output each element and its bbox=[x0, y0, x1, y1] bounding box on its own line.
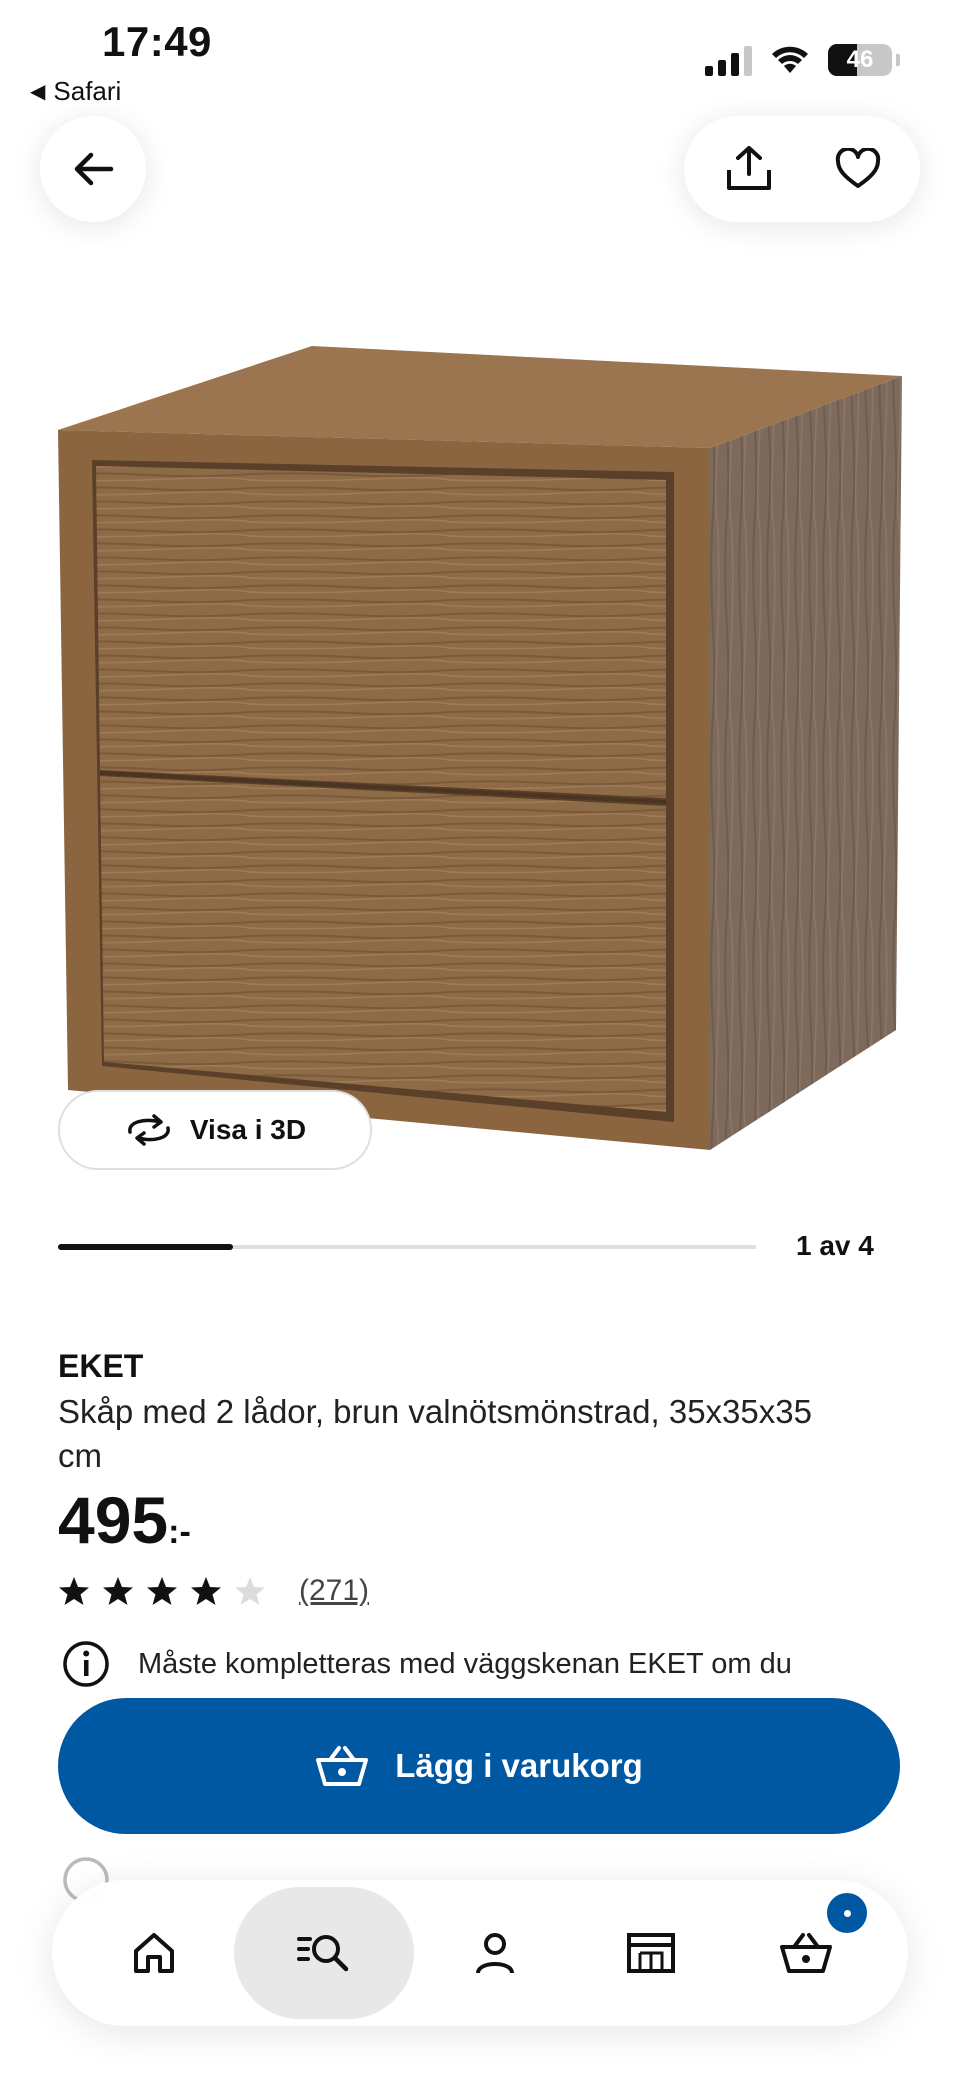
star-filled-icon bbox=[147, 1577, 177, 1605]
nav-search[interactable] bbox=[234, 1887, 415, 2019]
wifi-icon bbox=[772, 46, 808, 73]
product-price: 495 :- bbox=[58, 1482, 191, 1558]
price-value: 495 bbox=[58, 1483, 169, 1557]
product-rating[interactable]: (271) bbox=[58, 1574, 369, 1608]
wall-rail-notice-text: Måste kompletteras med väggskenan EKET o… bbox=[138, 1647, 792, 1680]
rating-stars bbox=[58, 1575, 266, 1607]
product-image[interactable] bbox=[50, 330, 910, 1160]
search-list-icon bbox=[297, 1935, 349, 1972]
battery-icon: 46 bbox=[828, 44, 892, 76]
status-indicators: 46 bbox=[705, 44, 900, 76]
add-to-cart-button[interactable]: Lägg i varukorg bbox=[58, 1698, 900, 1834]
gallery-counter: 1 av 4 bbox=[796, 1230, 874, 1261]
wall-rail-notice: Måste kompletteras med väggskenan EKET o… bbox=[62, 1640, 792, 1688]
bottom-nav bbox=[52, 1880, 908, 2026]
view-in-3d-button[interactable]: Visa i 3D bbox=[58, 1090, 372, 1170]
home-icon bbox=[133, 1933, 174, 1973]
arrow-left-icon bbox=[74, 152, 114, 186]
cart-badge bbox=[824, 1890, 870, 1936]
back-to-safari[interactable]: ◀ Safari bbox=[30, 76, 121, 107]
top-actions bbox=[684, 116, 920, 222]
nav-stores[interactable] bbox=[576, 1891, 726, 2015]
star-filled-icon bbox=[191, 1577, 221, 1605]
star-empty-icon bbox=[235, 1577, 265, 1605]
cart-icon bbox=[780, 1933, 833, 1973]
cellular-signal-icon bbox=[705, 44, 752, 76]
view-in-3d-label: Visa i 3D bbox=[189, 1114, 307, 1145]
share-icon[interactable] bbox=[723, 144, 775, 194]
review-count[interactable]: (271) bbox=[299, 1574, 369, 1608]
gallery-progress bbox=[58, 1244, 756, 1250]
status-time: 17:49 bbox=[102, 18, 212, 65]
store-icon bbox=[626, 1933, 675, 1973]
product-description: Skåp med 2 lådor, brun valnötsmönstrad, … bbox=[58, 1393, 812, 1474]
gallery-progress-fill bbox=[58, 1244, 233, 1250]
star-filled-icon bbox=[59, 1577, 89, 1605]
user-icon bbox=[475, 1933, 514, 1974]
price-suffix: :- bbox=[168, 1513, 191, 1551]
info-icon bbox=[63, 1641, 109, 1687]
battery-percent: 46 bbox=[846, 46, 874, 73]
heart-icon[interactable] bbox=[835, 148, 881, 190]
product-name: EKET bbox=[58, 1348, 144, 1384]
rotate-3d-icon bbox=[128, 1114, 170, 1146]
back-triangle-icon: ◀ bbox=[30, 81, 46, 103]
nav-profile[interactable] bbox=[420, 1891, 570, 2015]
back-button[interactable] bbox=[40, 116, 146, 222]
nav-home[interactable] bbox=[79, 1891, 229, 2015]
star-filled-icon bbox=[103, 1577, 133, 1605]
back-app-label: Safari bbox=[53, 76, 122, 106]
basket-icon bbox=[316, 1746, 369, 1786]
add-to-cart-label: Lägg i varukorg bbox=[395, 1747, 643, 1784]
